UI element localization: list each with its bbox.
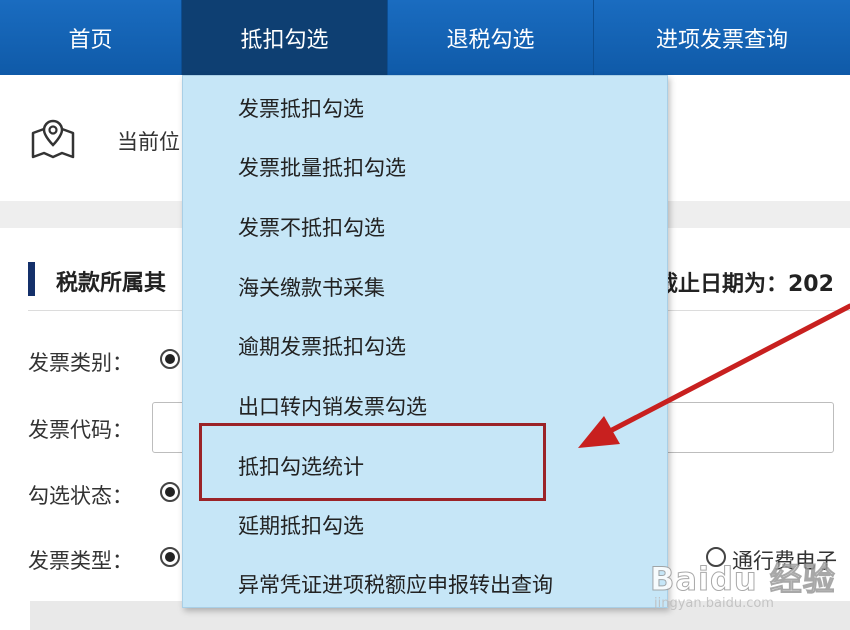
deduction-check-dropdown: 发票抵扣勾选 发票批量抵扣勾选 发票不抵扣勾选 海关缴款书采集 逾期发票抵扣勾选…: [182, 75, 668, 608]
menu-item-deduction-statistics[interactable]: 抵扣勾选统计: [238, 451, 364, 481]
section-accent-bar: [28, 262, 35, 296]
menu-item-delayed-deduction-check[interactable]: 延期抵扣勾选: [238, 510, 364, 540]
map-location-icon: [31, 119, 75, 159]
watermark-url: jingyan.baidu.com: [654, 596, 774, 611]
nav-item-input-invoice-query[interactable]: 进项发票查询: [594, 0, 850, 75]
invoice-category-label: 发票类别：: [28, 351, 133, 375]
current-location-label: 当前位: [117, 130, 180, 154]
nav-item-refund-check[interactable]: 退税勾选: [388, 0, 594, 75]
menu-item-export-to-domestic-check[interactable]: 出口转内销发票勾选: [238, 391, 427, 421]
check-status-radio[interactable]: [160, 482, 180, 502]
check-status-label: 勾选状态：: [28, 484, 133, 508]
menu-item-customs-payment-collect[interactable]: 海关缴款书采集: [238, 272, 385, 302]
menu-item-overdue-deduction-check[interactable]: 逾期发票抵扣勾选: [238, 331, 406, 361]
watermark-brand: Baidu 经验: [650, 560, 836, 599]
invoice-type-radio[interactable]: [160, 547, 180, 567]
deadline-label: 截止日期为：202: [656, 272, 834, 297]
section-title: 税款所属其: [56, 271, 167, 296]
nav-item-deduction-check[interactable]: 抵扣勾选: [182, 0, 388, 75]
menu-item-abnormal-voucher-query[interactable]: 异常凭证进项税额应申报转出查询: [238, 569, 553, 599]
nav-item-home[interactable]: 首页: [0, 0, 182, 75]
invoice-category-radio[interactable]: [160, 349, 180, 369]
menu-item-invoice-deduction-check[interactable]: 发票抵扣勾选: [238, 93, 364, 123]
menu-item-non-deduction-check[interactable]: 发票不抵扣勾选: [238, 212, 385, 242]
menu-item-batch-deduction-check[interactable]: 发票批量抵扣勾选: [238, 152, 406, 182]
baidu-watermark: Baidu 经验 jingyan.baidu.com: [650, 552, 850, 616]
invoice-code-label: 发票代码：: [28, 418, 133, 442]
top-nav: 首页 抵扣勾选 退税勾选 进项发票查询: [0, 0, 850, 75]
invoice-type-label: 发票类型：: [28, 549, 133, 573]
